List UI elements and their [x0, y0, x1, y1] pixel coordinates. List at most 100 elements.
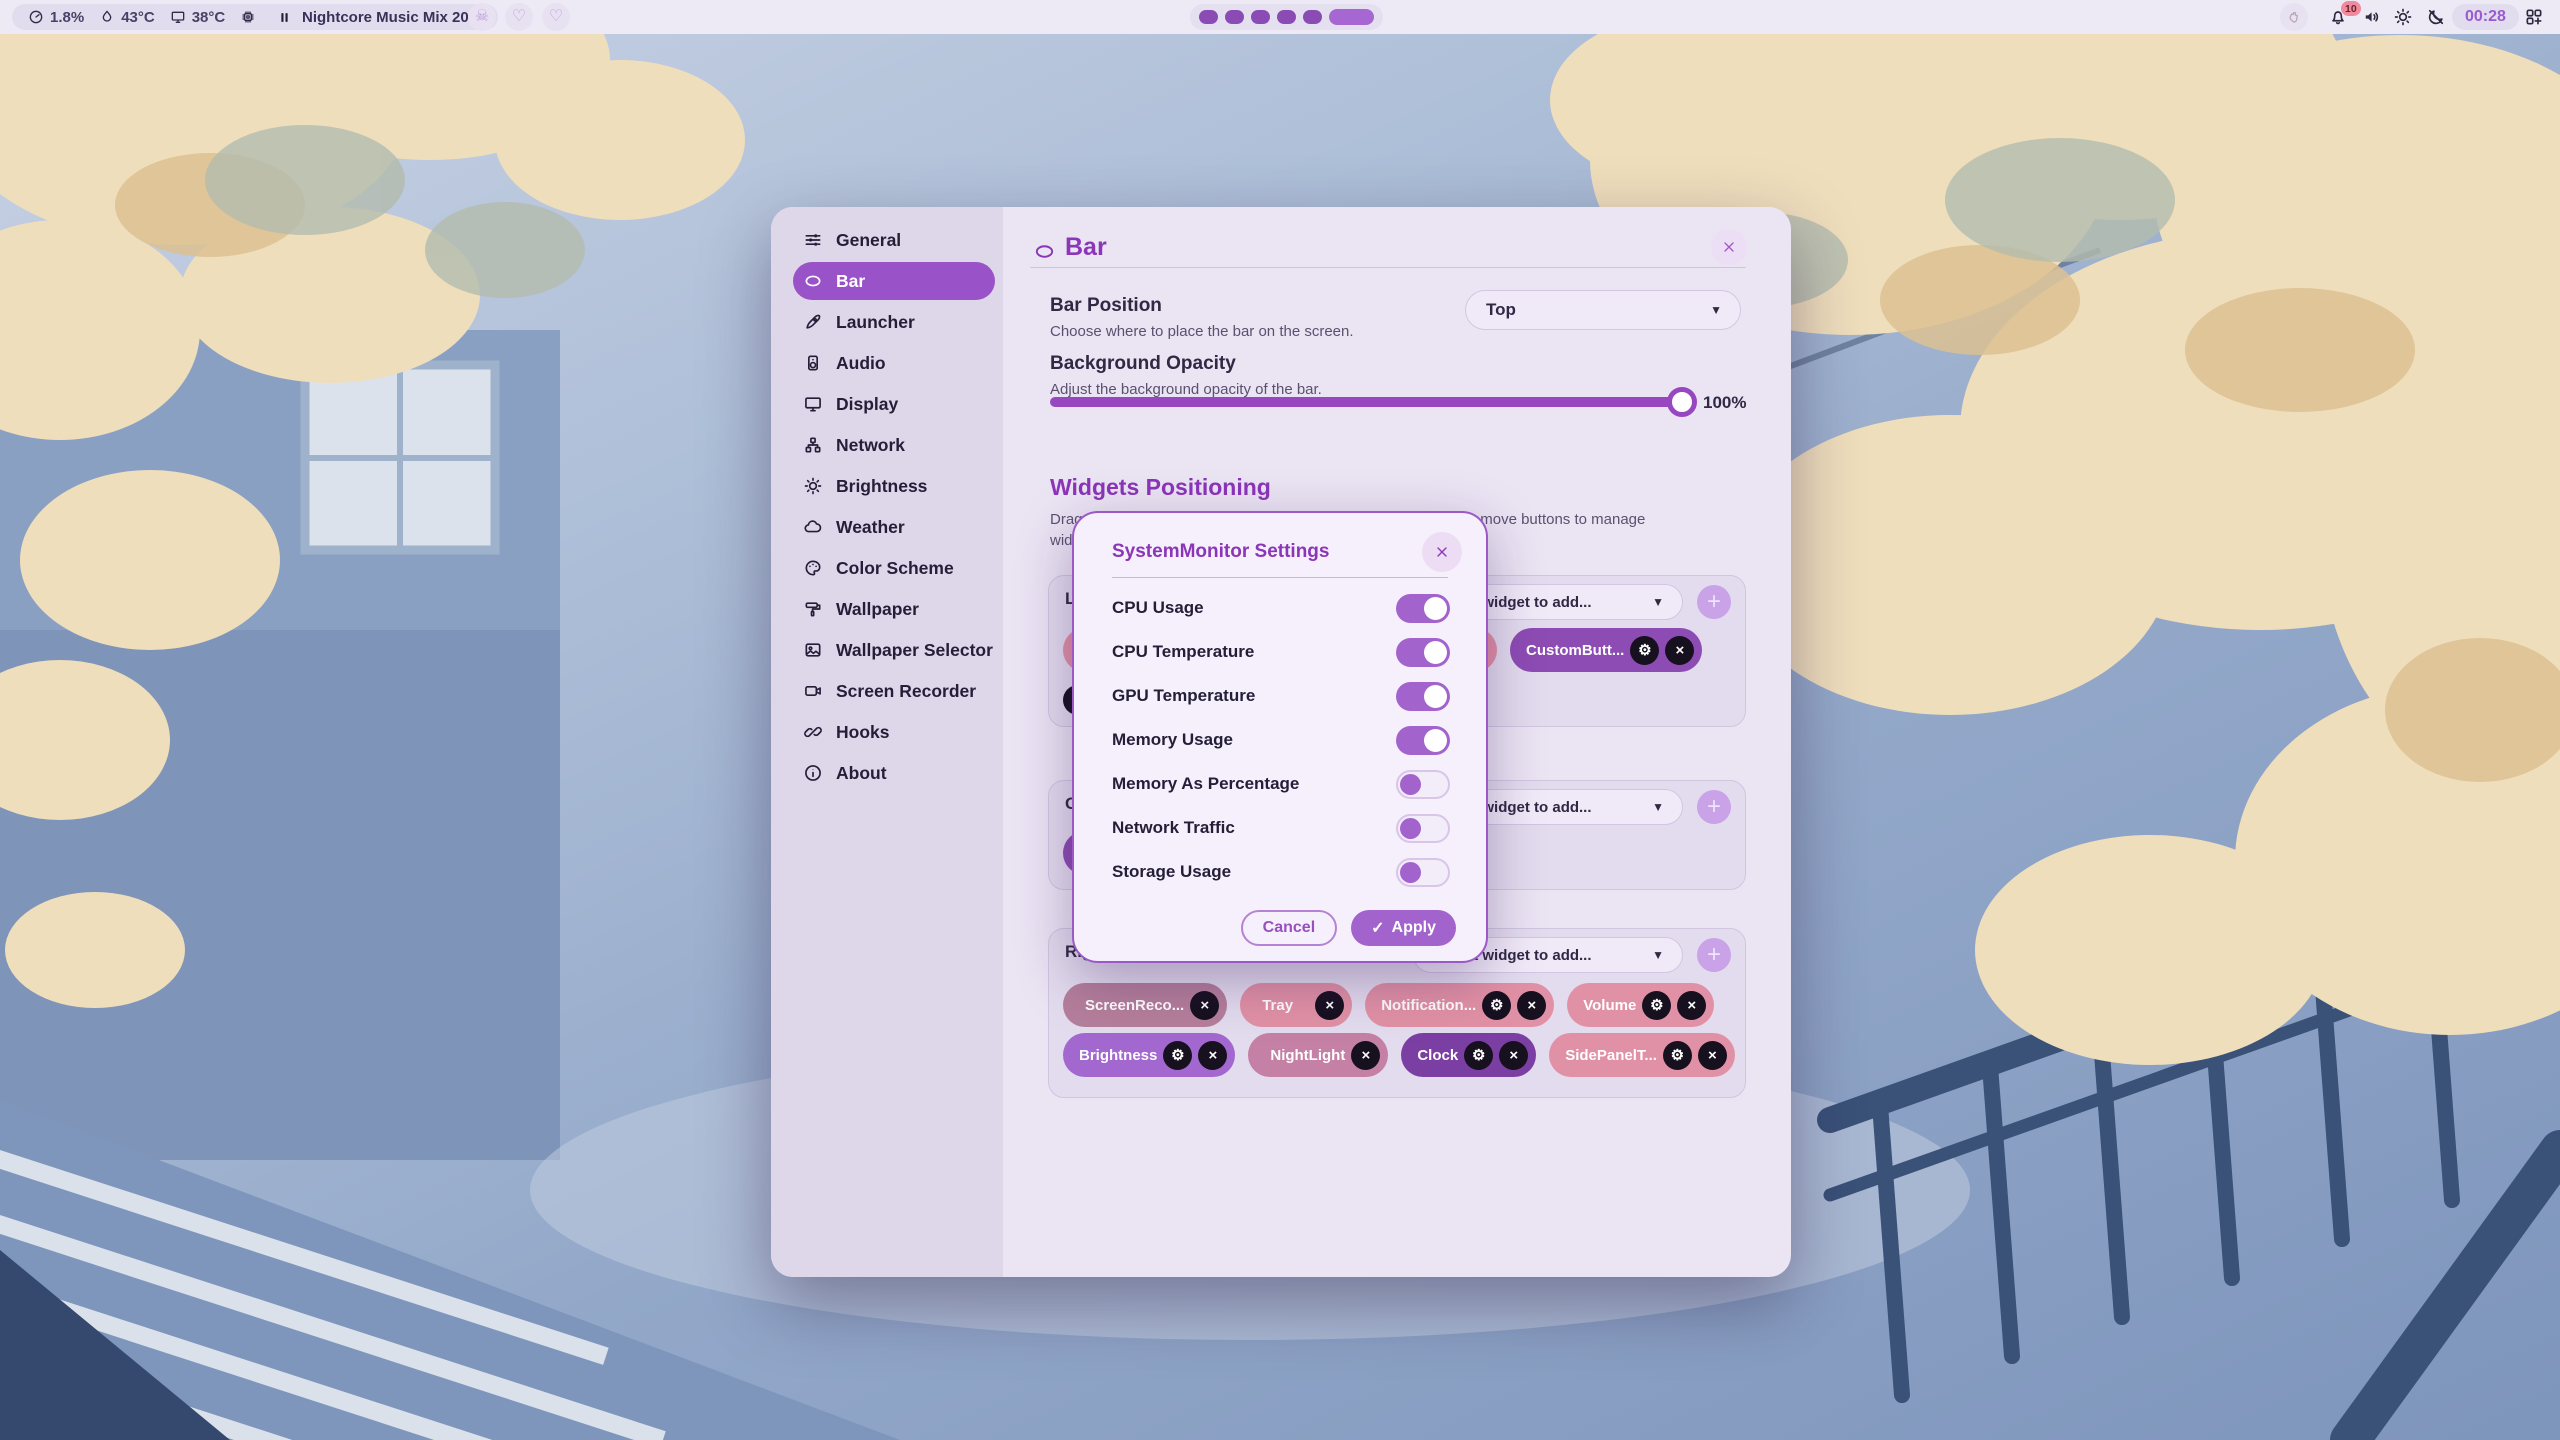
add-widget-button[interactable]: +	[1697, 938, 1731, 972]
widget-settings-button[interactable]: ⚙	[1464, 1041, 1493, 1070]
widget-chip-nightlight[interactable]: NightLight×	[1248, 1033, 1388, 1077]
workspace-dot[interactable]	[1225, 10, 1244, 24]
opacity-slider-handle[interactable]	[1667, 387, 1697, 417]
widget-settings-button[interactable]: ⚙	[1482, 991, 1511, 1020]
widget-chip-clock[interactable]: Clock⚙×	[1401, 1033, 1536, 1077]
widget-remove-button[interactable]: ×	[1677, 991, 1706, 1020]
sidebar-item-label: Wallpaper	[836, 599, 919, 620]
widget-remove-button[interactable]: ×	[1190, 991, 1219, 1020]
close-icon	[1721, 239, 1737, 255]
widget-chip-tray[interactable]: Tray ×	[1240, 983, 1352, 1027]
desktop: 1.8%43°C38°C9.7G Nightcore Music Mix 20.…	[0, 0, 2560, 1440]
cancel-button[interactable]: Cancel	[1241, 910, 1337, 946]
video-camera-icon	[803, 681, 823, 701]
workspace-dot[interactable]	[1303, 10, 1322, 24]
quick-button-heart[interactable]: ♡	[505, 3, 533, 31]
clock[interactable]: 00:28	[2452, 4, 2519, 30]
widget-remove-button[interactable]: ×	[1517, 991, 1546, 1020]
toggle-switch[interactable]	[1396, 594, 1450, 623]
workspace-dot[interactable]	[1199, 10, 1218, 24]
widget-settings-button[interactable]: ⚙	[1163, 1041, 1192, 1070]
add-widget-button[interactable]: +	[1697, 585, 1731, 619]
sidebar-item-audio[interactable]: Audio	[793, 344, 995, 382]
add-widget-button[interactable]: +	[1697, 790, 1731, 824]
toggle-label: CPU Temperature	[1112, 642, 1254, 662]
widget-chip-label: ScreenReco...	[1085, 997, 1184, 1014]
sidebar-item-bar[interactable]: Bar	[793, 262, 995, 300]
widget-remove-button[interactable]: ×	[1315, 991, 1344, 1020]
toggle-knob	[1424, 641, 1447, 664]
apply-button[interactable]: ✓ Apply	[1351, 910, 1456, 946]
chevron-down-icon: ▼	[1652, 595, 1664, 609]
sidebar-item-label: Audio	[836, 353, 886, 374]
sidebar-item-network[interactable]: Network	[793, 426, 995, 464]
widget-settings-button[interactable]: ⚙	[1642, 991, 1671, 1020]
bar-pill-icon	[803, 271, 823, 291]
media-player-pill[interactable]: Nightcore Music Mix 20...	[260, 4, 498, 30]
widget-chip-screenreco[interactable]: ScreenReco... ×	[1063, 983, 1227, 1027]
widget-settings-button[interactable]: ⚙	[1630, 636, 1659, 665]
bar-pill-icon	[1033, 240, 1056, 263]
widget-remove-button[interactable]: ×	[1198, 1041, 1227, 1070]
widget-settings-button[interactable]: ⚙	[1663, 1041, 1692, 1070]
widget-chip-custombutt[interactable]: CustomButt...⚙×	[1510, 628, 1702, 672]
widget-chip-row: ScreenReco...×Tray×Notification...⚙×Volu…	[1063, 983, 1714, 1027]
workspace-dot-active[interactable]	[1329, 9, 1374, 25]
widget-remove-button[interactable]: ×	[1665, 636, 1694, 665]
sidebar-item-wallpaper[interactable]: Wallpaper	[793, 590, 995, 628]
tray-app-button[interactable]	[2280, 3, 2308, 31]
modal-footer: Cancel ✓ Apply	[1241, 910, 1456, 946]
stat-value: 1.8%	[50, 9, 84, 26]
bar-position-select[interactable]: Top ▼	[1465, 290, 1741, 330]
quick-button-skull[interactable]: ☠	[468, 3, 496, 31]
stat-value: 43°C	[121, 9, 155, 26]
sidebar-item-about[interactable]: About	[793, 754, 995, 792]
quick-button-heart[interactable]: ♡	[542, 3, 570, 31]
sidebar-item-screen-recorder[interactable]: Screen Recorder	[793, 672, 995, 710]
opacity-value: 100%	[1703, 393, 1746, 413]
sidebar-item-label: Brightness	[836, 476, 927, 497]
toggle-knob	[1400, 774, 1421, 795]
toggle-switch[interactable]	[1396, 638, 1450, 667]
link-icon	[803, 722, 823, 742]
opacity-slider[interactable]	[1050, 397, 1685, 407]
widget-chip-brightness[interactable]: Brightness⚙×	[1063, 1033, 1235, 1077]
toggle-label: Memory Usage	[1112, 730, 1233, 750]
modal-close-button[interactable]	[1422, 532, 1462, 572]
window-close-button[interactable]	[1711, 229, 1747, 265]
widget-chip-notification[interactable]: Notification...⚙×	[1365, 983, 1554, 1027]
background-opacity-label: Background Opacity	[1050, 353, 1236, 375]
toggle-label: Memory As Percentage	[1112, 774, 1299, 794]
workspace-dot[interactable]	[1277, 10, 1296, 24]
sidebar-item-display[interactable]: Display	[793, 385, 995, 423]
toggle-switch[interactable]	[1396, 770, 1450, 799]
widget-remove-button[interactable]: ×	[1499, 1041, 1528, 1070]
toggle-switch[interactable]	[1396, 858, 1450, 887]
sidebar-item-label: Bar	[836, 271, 865, 292]
workspace-dot[interactable]	[1251, 10, 1270, 24]
dashboard-button[interactable]	[2524, 7, 2544, 27]
sidebar-item-hooks[interactable]: Hooks	[793, 713, 995, 751]
widget-chip-volume[interactable]: Volume⚙×	[1567, 983, 1714, 1027]
widget-remove-button[interactable]: ×	[1698, 1041, 1727, 1070]
sidebar-item-label: General	[836, 230, 901, 251]
volume-button[interactable]	[2362, 7, 2382, 27]
toggle-switch[interactable]	[1396, 726, 1450, 755]
sidebar-item-launcher[interactable]: Launcher	[793, 303, 995, 341]
widget-chip-label: Tray	[1262, 997, 1293, 1014]
sidebar-item-color-scheme[interactable]: Color Scheme	[793, 549, 995, 587]
widget-chip-sidepanelt[interactable]: SidePanelT...⚙×	[1549, 1033, 1735, 1077]
sidebar-item-wallpaper-selector[interactable]: Wallpaper Selector	[793, 631, 995, 669]
brightness-button[interactable]	[2393, 7, 2413, 27]
toggle-switch[interactable]	[1396, 814, 1450, 843]
sidebar-item-general[interactable]: General	[793, 221, 995, 259]
workspace-indicator[interactable]	[1190, 4, 1383, 30]
sidebar-item-weather[interactable]: Weather	[793, 508, 995, 546]
toggle-switch[interactable]	[1396, 682, 1450, 711]
widget-remove-button[interactable]: ×	[1351, 1041, 1380, 1070]
check-icon: ✓	[1371, 918, 1384, 938]
night-light-button[interactable]	[2426, 7, 2446, 27]
system-stat: 38°C	[170, 9, 226, 26]
toggle-knob	[1400, 818, 1421, 839]
sidebar-item-brightness[interactable]: Brightness	[793, 467, 995, 505]
